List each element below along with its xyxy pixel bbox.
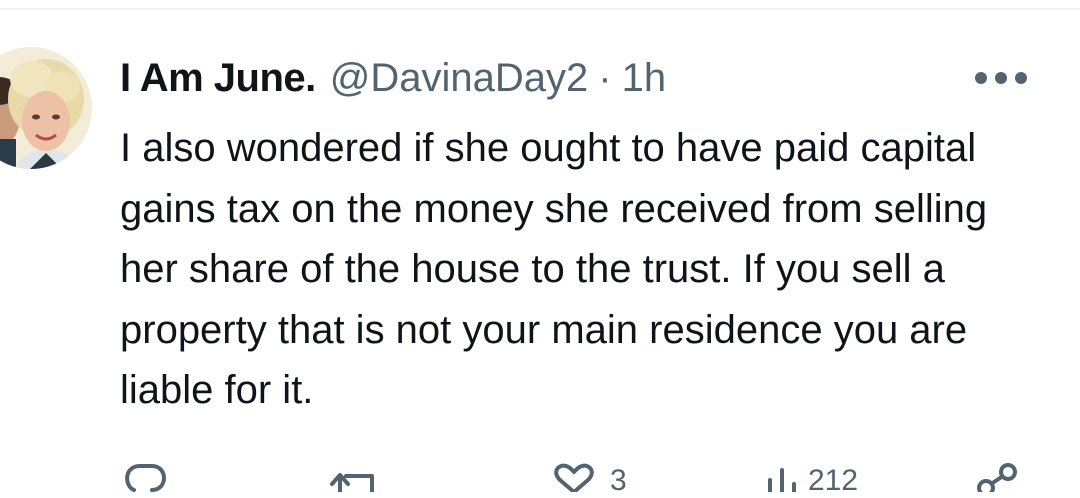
views-button[interactable]: 212 [764, 450, 858, 497]
action-bar: 3 212 [0, 450, 1080, 497]
more-options-button[interactable] [970, 58, 1032, 98]
share-button[interactable] [972, 450, 1022, 492]
reply-button[interactable] [120, 450, 172, 492]
like-button[interactable]: 3 [552, 450, 627, 497]
views-count: 212 [808, 464, 859, 497]
like-count: 3 [610, 464, 627, 497]
user-handle[interactable]: @DavinaDay2 [330, 56, 589, 101]
tweet[interactable]: I Am June. @DavinaDay2 · 1h I also wonde… [0, 0, 1080, 497]
header-separator: · [598, 55, 612, 100]
retweet-button[interactable] [328, 450, 384, 492]
tweet-timestamp[interactable]: 1h [622, 56, 667, 101]
views-icon [768, 468, 796, 492]
avatar-image [0, 47, 92, 169]
avatar[interactable] [0, 47, 92, 169]
share-icon [977, 463, 1017, 492]
retweet-icon [330, 473, 374, 492]
heart-icon [554, 463, 594, 492]
more-dots-icon [975, 72, 1027, 84]
tweet-header: I Am June. @DavinaDay2 · 1h [120, 54, 666, 102]
reply-icon [125, 464, 166, 492]
display-name[interactable]: I Am June. [120, 56, 316, 101]
tweet-text: I also wondered if she ought to have pai… [120, 126, 988, 412]
